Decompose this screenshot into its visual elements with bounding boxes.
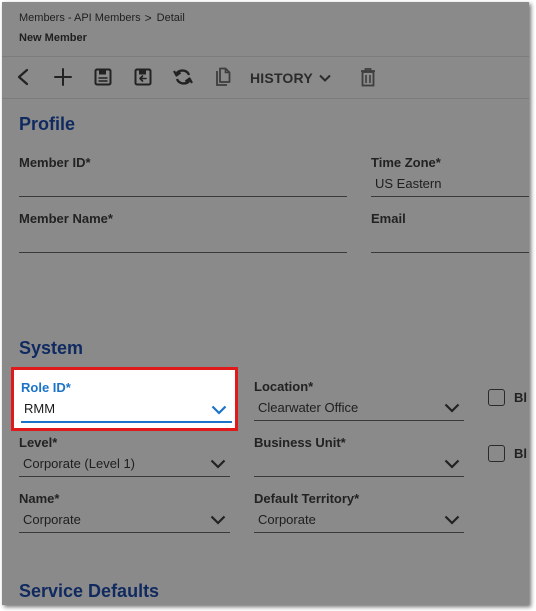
copy-button[interactable] [210, 64, 236, 90]
refresh-icon [173, 69, 193, 85]
service-defaults-section-title: Service Defaults [19, 581, 160, 601]
level-label: Level* [19, 435, 58, 450]
delete-button[interactable] [355, 64, 381, 90]
time-zone-label: Time Zone* [371, 155, 441, 170]
email-field[interactable] [371, 252, 529, 253]
copy-icon [216, 67, 231, 86]
trash-icon [361, 68, 375, 87]
back-arrow-icon [17, 68, 29, 86]
breadcrumb-current: Detail [156, 12, 185, 24]
plus-icon [54, 68, 72, 86]
role-id-label: Role ID* [21, 380, 71, 395]
save-and-close-button[interactable] [130, 64, 156, 90]
system-section-title: System [19, 338, 84, 358]
default-territory-value: Corporate [258, 512, 316, 527]
chevron-down-icon[interactable] [210, 515, 226, 525]
chevron-down-icon [319, 74, 331, 82]
chevron-down-icon[interactable] [444, 403, 460, 413]
role-id-select[interactable]: Role ID* RMM [11, 367, 238, 431]
level-select[interactable] [19, 476, 230, 477]
checkbox-2-label: Bl [514, 446, 527, 461]
save-and-close-icon [134, 68, 152, 86]
header-divider [2, 56, 529, 57]
chevron-down-icon[interactable] [444, 459, 460, 469]
default-territory-label: Default Territory* [254, 491, 360, 506]
email-label: Email [371, 211, 406, 226]
role-id-value: RMM [24, 401, 56, 416]
toolbar-divider [2, 98, 529, 99]
save-icon [94, 68, 112, 86]
breadcrumb-root[interactable]: Members - API Members [19, 12, 141, 24]
checkbox-1-label: Bl [514, 390, 527, 405]
page-title: New Member [19, 32, 87, 44]
business-unit-label: Business Unit* [254, 435, 346, 450]
business-unit-select[interactable] [254, 476, 464, 477]
time-zone-field[interactable] [371, 196, 529, 197]
checkbox-2[interactable] [488, 445, 505, 462]
member-id-field[interactable] [19, 196, 347, 197]
breadcrumb-separator: > [144, 11, 152, 25]
chevron-down-icon[interactable] [444, 515, 460, 525]
location-select[interactable] [254, 420, 464, 421]
chevron-down-icon[interactable] [210, 459, 226, 469]
name-select[interactable] [19, 532, 230, 533]
chevron-down-icon[interactable] [211, 405, 227, 415]
save-button[interactable] [90, 64, 116, 90]
default-territory-select[interactable] [254, 532, 464, 533]
breadcrumb: Members - API Members > Detail [19, 12, 185, 24]
role-id-underline [21, 421, 232, 423]
history-label: HISTORY [250, 70, 313, 86]
member-id-label: Member ID* [19, 155, 91, 170]
member-detail-window: Members - API Members > Detail New Membe… [2, 2, 529, 605]
time-zone-value: US Eastern [375, 176, 442, 191]
profile-section-title: Profile [19, 114, 76, 134]
history-dropdown[interactable]: HISTORY [250, 66, 331, 90]
toolbar: HISTORY [2, 58, 529, 96]
back-button[interactable] [10, 64, 36, 90]
add-button[interactable] [50, 64, 76, 90]
refresh-button[interactable] [170, 64, 196, 90]
checkbox-1[interactable] [488, 389, 505, 406]
member-name-field[interactable] [19, 252, 347, 253]
name-label: Name* [19, 491, 60, 506]
level-value: Corporate (Level 1) [23, 456, 135, 471]
location-label: Location* [254, 379, 314, 394]
member-name-label: Member Name* [19, 211, 113, 226]
name-value: Corporate [23, 512, 81, 527]
location-value: Clearwater Office [258, 400, 359, 415]
